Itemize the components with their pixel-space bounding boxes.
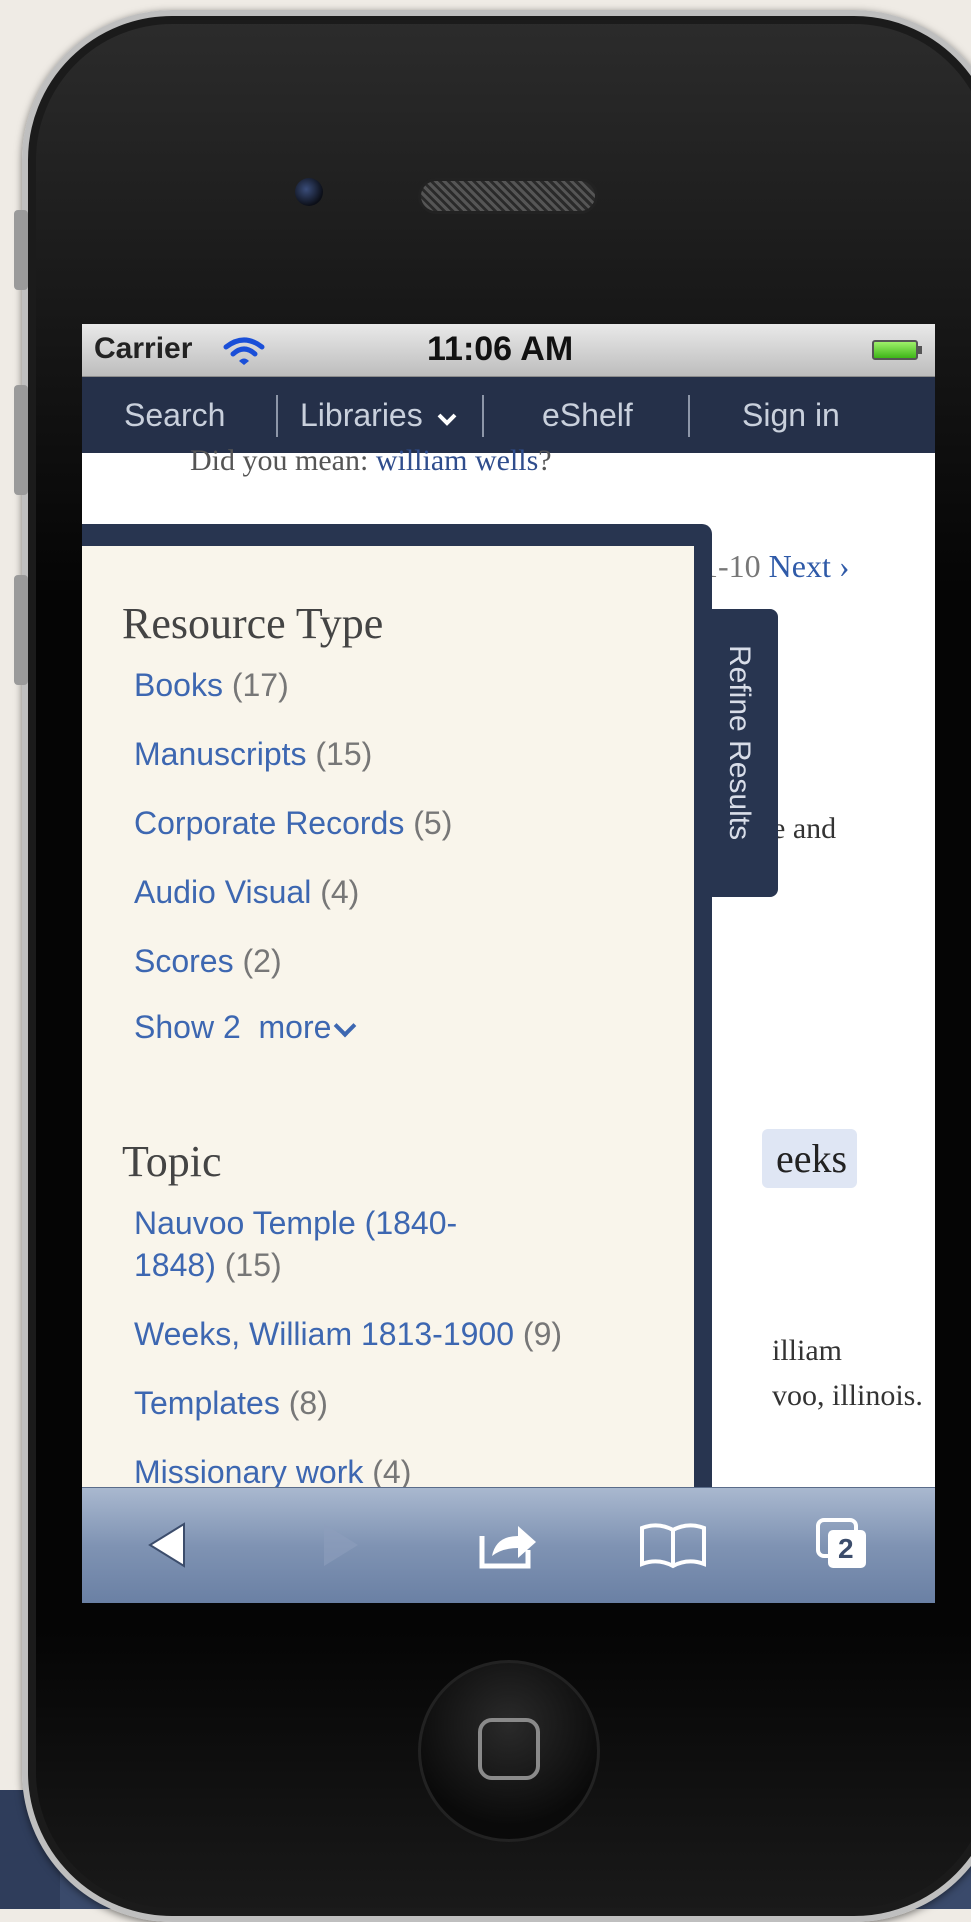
result-snippet: illiam	[772, 1334, 842, 1367]
facet-item: Manuscripts (15)	[134, 733, 634, 775]
back-icon[interactable]	[144, 1520, 194, 1570]
share-icon[interactable]	[478, 1520, 540, 1570]
facet-item: Books (17)	[134, 664, 634, 706]
facet-heading-resource-type: Resource Type	[122, 599, 384, 648]
nav-separator	[688, 395, 690, 437]
facet-link[interactable]: Manuscripts	[134, 736, 307, 772]
facet-count: (15)	[224, 1247, 282, 1283]
facet-count: (8)	[288, 1385, 328, 1421]
facet-count: (2)	[242, 943, 282, 979]
refine-results-tab[interactable]: Refine Results	[708, 609, 778, 897]
did-you-mean-prefix: Did you mean:	[190, 444, 376, 477]
result-snippet: voo, illinois.	[772, 1379, 923, 1412]
nav-sign-in[interactable]: Sign in	[742, 397, 840, 434]
facet-count: (4)	[320, 874, 360, 910]
carrier-label: Carrier	[94, 332, 193, 365]
nav-libraries[interactable]: Libraries	[300, 397, 458, 434]
tabs-icon[interactable]: 2	[814, 1516, 870, 1572]
status-bar: Carrier 11:06 AM	[82, 324, 935, 377]
clock: 11:06 AM	[427, 330, 574, 368]
wifi-icon	[223, 337, 265, 365]
did-you-mean-suffix: ?	[538, 444, 552, 477]
facet-link[interactable]: Scores	[134, 943, 234, 979]
home-button-icon	[478, 1718, 540, 1780]
refine-results-label: Refine Results	[723, 645, 756, 841]
facet-item: Audio Visual (4)	[134, 871, 634, 913]
show-more-label: Show 2 more	[134, 1009, 332, 1045]
nav-eshelf[interactable]: eShelf	[542, 397, 633, 434]
forward-icon[interactable]	[314, 1520, 364, 1570]
battery-tip	[918, 346, 922, 354]
facet-item: Weeks, William 1813-1900 (9)	[134, 1313, 634, 1355]
facet-item: Corporate Records (5)	[134, 802, 634, 844]
pagination: 1-10 Next ›	[702, 548, 850, 585]
facet-item: Nauvoo Temple (1840-1848) (15)	[134, 1202, 514, 1286]
mute-switch	[14, 210, 28, 290]
facet-link[interactable]: Templates	[134, 1385, 280, 1421]
facet-link[interactable]: Corporate Records	[134, 805, 404, 841]
facet-count: (9)	[522, 1316, 563, 1352]
phone-screen: Carrier 11:06 AM Search Libraries eShelf…	[82, 324, 935, 1603]
facet-count: (17)	[231, 667, 289, 703]
chevron-down-icon	[437, 413, 457, 426]
facet-link[interactable]: Books	[134, 667, 223, 703]
browser-toolbar: 2	[82, 1487, 935, 1603]
facet-count: (5)	[413, 805, 453, 841]
facet-link[interactable]: Missionary work	[134, 1454, 363, 1490]
result-title[interactable]: eeks	[762, 1129, 858, 1188]
site-nav: Search Libraries eShelf Sign in	[82, 377, 935, 453]
volume-down-button	[14, 575, 28, 685]
bookmarks-icon[interactable]	[638, 1520, 708, 1570]
next-page-link[interactable]: Next ›	[769, 548, 850, 584]
nav-libraries-label: Libraries	[300, 397, 423, 433]
volume-up-button	[14, 385, 28, 495]
refine-drawer: Resource Type Books (17) Manuscripts (15…	[82, 546, 694, 1603]
facet-heading-topic: Topic	[122, 1137, 222, 1186]
did-you-mean-link[interactable]: william wells	[376, 444, 538, 477]
facet-count: (4)	[372, 1454, 412, 1490]
did-you-mean: Did you mean: william wells?	[190, 444, 552, 478]
facet-link[interactable]: Weeks, William 1813-1900	[134, 1316, 514, 1352]
facet-item: Scores (2)	[134, 940, 634, 982]
facet-count: (15)	[315, 736, 373, 772]
chevron-down-icon	[334, 1014, 357, 1038]
facet-link[interactable]: Nauvoo Temple (1840-1848)	[134, 1205, 457, 1283]
nav-search[interactable]: Search	[124, 397, 225, 434]
result-snippet: e and	[772, 812, 837, 845]
show-more-link[interactable]: Show 2 more	[134, 1009, 357, 1046]
front-camera	[295, 178, 323, 206]
tabs-count: 2	[838, 1533, 854, 1564]
battery-icon	[872, 340, 918, 360]
nav-separator	[482, 395, 484, 437]
nav-separator	[276, 395, 278, 437]
facet-link[interactable]: Audio Visual	[134, 874, 311, 910]
earpiece-speaker	[418, 178, 598, 214]
facet-item: Templates (8)	[134, 1382, 634, 1424]
